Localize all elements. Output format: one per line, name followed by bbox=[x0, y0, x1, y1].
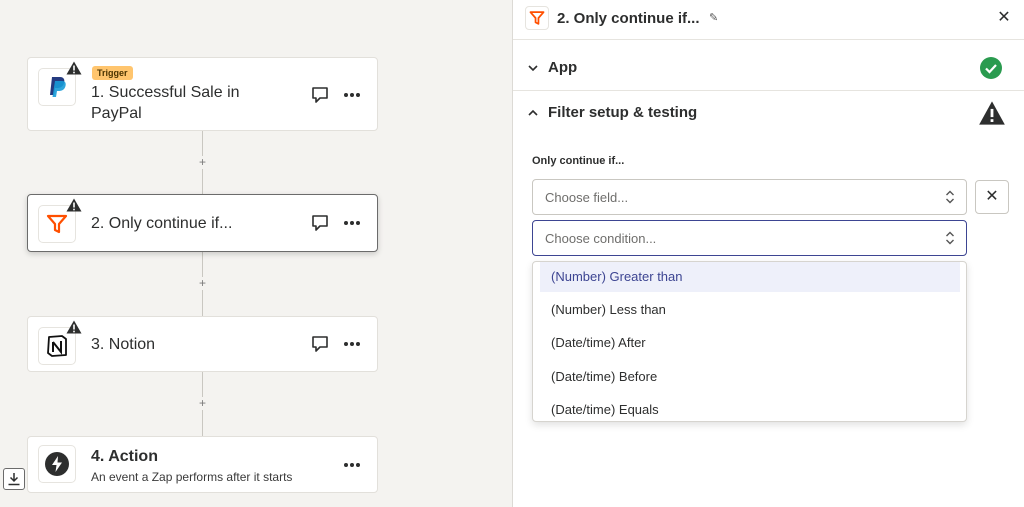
section-filter-setup[interactable]: Filter setup & testing bbox=[513, 91, 1024, 135]
panel-title[interactable]: 2. Only continue if... bbox=[557, 10, 700, 27]
section-app[interactable]: App bbox=[513, 44, 1024, 91]
comment-icon[interactable] bbox=[309, 333, 331, 355]
dropdown-option[interactable]: (Date/time) Before bbox=[540, 362, 960, 392]
step-title: 1. Successful Sale in PayPal bbox=[91, 82, 240, 124]
choose-field-select[interactable]: Choose field... bbox=[532, 179, 967, 215]
remove-condition-button[interactable]: ✕ bbox=[975, 180, 1009, 214]
filter-icon bbox=[525, 6, 549, 30]
more-icon[interactable] bbox=[341, 454, 363, 476]
step-card-filter[interactable]: 2. Only continue if... bbox=[27, 194, 378, 252]
panel-header: 2. Only continue if... ✎ ✕ bbox=[513, 0, 1024, 40]
more-icon[interactable] bbox=[341, 84, 363, 106]
check-circle-icon bbox=[980, 57, 1002, 79]
section-title: App bbox=[548, 59, 578, 76]
warning-icon bbox=[66, 61, 82, 75]
filter-label: Only continue if... bbox=[532, 155, 625, 167]
lightning-icon bbox=[38, 445, 76, 483]
step-title-line: PayPal bbox=[91, 105, 142, 122]
warning-icon bbox=[979, 101, 1005, 125]
step-title-line: 1. Successful Sale in bbox=[91, 84, 240, 101]
comment-icon[interactable] bbox=[309, 212, 331, 234]
comment-icon[interactable] bbox=[309, 84, 331, 106]
condition-dropdown: (Number) Greater than (Number) Less than… bbox=[532, 261, 967, 422]
zap-canvas: + + + Trigger 1. Successful Sale in PayP… bbox=[0, 0, 512, 507]
download-icon[interactable] bbox=[3, 468, 25, 490]
close-button[interactable]: ✕ bbox=[995, 9, 1013, 27]
warning-icon bbox=[66, 320, 82, 334]
add-step-button[interactable]: + bbox=[196, 277, 209, 290]
step-title: 4. Action bbox=[91, 448, 158, 465]
chevron-up-icon bbox=[528, 109, 538, 116]
trigger-badge: Trigger bbox=[92, 66, 133, 80]
section-title: Filter setup & testing bbox=[548, 104, 698, 121]
chevron-down-icon bbox=[528, 65, 538, 72]
step-card-trigger[interactable]: Trigger 1. Successful Sale in PayPal bbox=[27, 57, 378, 131]
dropdown-option[interactable]: (Date/time) Equals bbox=[540, 395, 960, 421]
step-title: 3. Notion bbox=[91, 336, 156, 353]
select-placeholder: Choose field... bbox=[545, 190, 629, 205]
dropdown-option[interactable]: (Number) Greater than bbox=[540, 262, 960, 292]
select-placeholder: Choose condition... bbox=[545, 231, 657, 246]
step-title: 2. Only continue if... bbox=[91, 215, 233, 232]
warning-icon bbox=[66, 198, 82, 212]
dropdown-option[interactable]: (Date/time) After bbox=[540, 328, 960, 358]
step-subtitle: An event a Zap performs after it starts bbox=[91, 470, 293, 484]
sort-caret-icon bbox=[946, 231, 954, 245]
choose-condition-select[interactable]: Choose condition... bbox=[532, 220, 967, 256]
step-card-notion[interactable]: 3. Notion bbox=[27, 316, 378, 372]
more-icon[interactable] bbox=[341, 212, 363, 234]
add-step-button[interactable]: + bbox=[196, 397, 209, 410]
edit-title-icon[interactable]: ✎ bbox=[709, 11, 718, 24]
more-icon[interactable] bbox=[341, 333, 363, 355]
step-card-action[interactable]: 4. Action An event a Zap performs after … bbox=[27, 436, 378, 493]
add-step-button[interactable]: + bbox=[196, 156, 209, 169]
dropdown-option[interactable]: (Number) Less than bbox=[540, 295, 960, 325]
sort-caret-icon bbox=[946, 190, 954, 204]
step-editor-panel: 2. Only continue if... ✎ ✕ App Filter se… bbox=[512, 0, 1024, 507]
